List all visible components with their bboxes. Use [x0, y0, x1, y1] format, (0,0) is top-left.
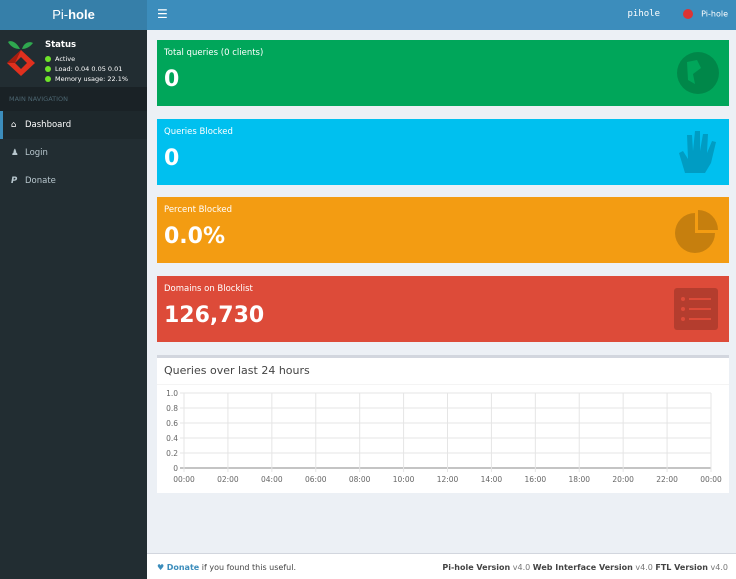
- stat-domains-blocklist[interactable]: Domains on Blocklist 126,730: [157, 276, 729, 342]
- version-info: Pi-hole Version v4.0 Web Interface Versi…: [442, 563, 728, 572]
- footer: ♥ Donate if you found this useful. Pi-ho…: [147, 553, 736, 579]
- x-tick-label: 00:00: [173, 475, 195, 484]
- x-tick-label: 22:00: [656, 475, 678, 484]
- heart-icon: ♥: [157, 563, 165, 572]
- stat-total-queries[interactable]: Total queries (0 clients) 0: [157, 40, 729, 106]
- y-tick-label: 0.8: [166, 404, 178, 413]
- donate-link[interactable]: Donate: [167, 563, 199, 572]
- x-tick-label: 00:00: [700, 475, 722, 484]
- y-tick-label: 0.2: [166, 449, 178, 458]
- home-icon: ⌂: [11, 120, 17, 130]
- top-navbar: ☰ pihole Pi-hole: [147, 0, 736, 30]
- stat-percent-blocked[interactable]: Percent Blocked 0.0%: [157, 197, 729, 263]
- pie-chart-icon: [675, 210, 718, 253]
- pihole-logo-icon: [7, 41, 35, 76]
- x-tick-label: 16:00: [525, 475, 547, 484]
- y-tick-label: 1.0: [166, 389, 178, 398]
- user-menu[interactable]: Pi-hole: [683, 9, 728, 19]
- status-load: Load: 0.04 0.05 0.01: [45, 65, 122, 73]
- status-active: Active: [45, 55, 75, 63]
- sidebar: Status Active Load: 0.04 0.05 0.01 Memor…: [0, 30, 147, 579]
- avatar: [683, 9, 694, 19]
- queries-chart: 0 0.2 0.4 0.6 0.8 1.0 00:00 02:00 04:00 06:00 08:0…: [166, 389, 722, 484]
- list-icon: [674, 288, 718, 330]
- stat-queries-blocked[interactable]: Queries Blocked 0: [157, 119, 729, 185]
- sidebar-item-dashboard[interactable]: ⌂ Dashboard: [0, 111, 147, 139]
- x-tick-label: 04:00: [261, 475, 283, 484]
- globe-icon: [677, 52, 719, 94]
- x-tick-label: 10:00: [393, 475, 415, 484]
- hand-icon: [679, 131, 716, 173]
- sidebar-item-login[interactable]: ♟ Login: [0, 139, 147, 167]
- y-tick-label: 0.4: [166, 434, 178, 443]
- paypal-icon: P: [11, 176, 18, 186]
- x-tick-label: 20:00: [612, 475, 634, 484]
- hamburger-icon[interactable]: ☰: [157, 7, 168, 21]
- queries-chart-box: Queries over last 24 hours 0 0.2 0.4 0.6 0.8…: [157, 355, 729, 493]
- y-tick-label: 0.6: [166, 419, 178, 428]
- x-tick-label: 12:00: [437, 475, 459, 484]
- logo-text: Pi-: [52, 7, 69, 22]
- x-tick-label: 02:00: [217, 475, 239, 484]
- x-tick-label: 08:00: [349, 475, 371, 484]
- hostname: pihole: [627, 9, 660, 19]
- x-tick-label: 06:00: [305, 475, 327, 484]
- status-title: Status: [45, 40, 77, 50]
- logo-text-bold: hole: [68, 7, 95, 22]
- logo[interactable]: Pi-hole: [0, 0, 147, 30]
- x-tick-label: 18:00: [568, 475, 590, 484]
- user-panel: Status Active Load: 0.04 0.05 0.01 Memor…: [0, 30, 147, 87]
- nav-header: MAIN NAVIGATION: [0, 87, 147, 111]
- x-tick-label: 14:00: [481, 475, 503, 484]
- user-icon: ♟: [11, 148, 19, 158]
- user-name: Pi-hole: [701, 9, 728, 19]
- y-tick-label: 0: [173, 464, 178, 473]
- sidebar-item-donate[interactable]: P Donate: [0, 167, 147, 195]
- status-memory: Memory usage: 22.1%: [45, 75, 128, 83]
